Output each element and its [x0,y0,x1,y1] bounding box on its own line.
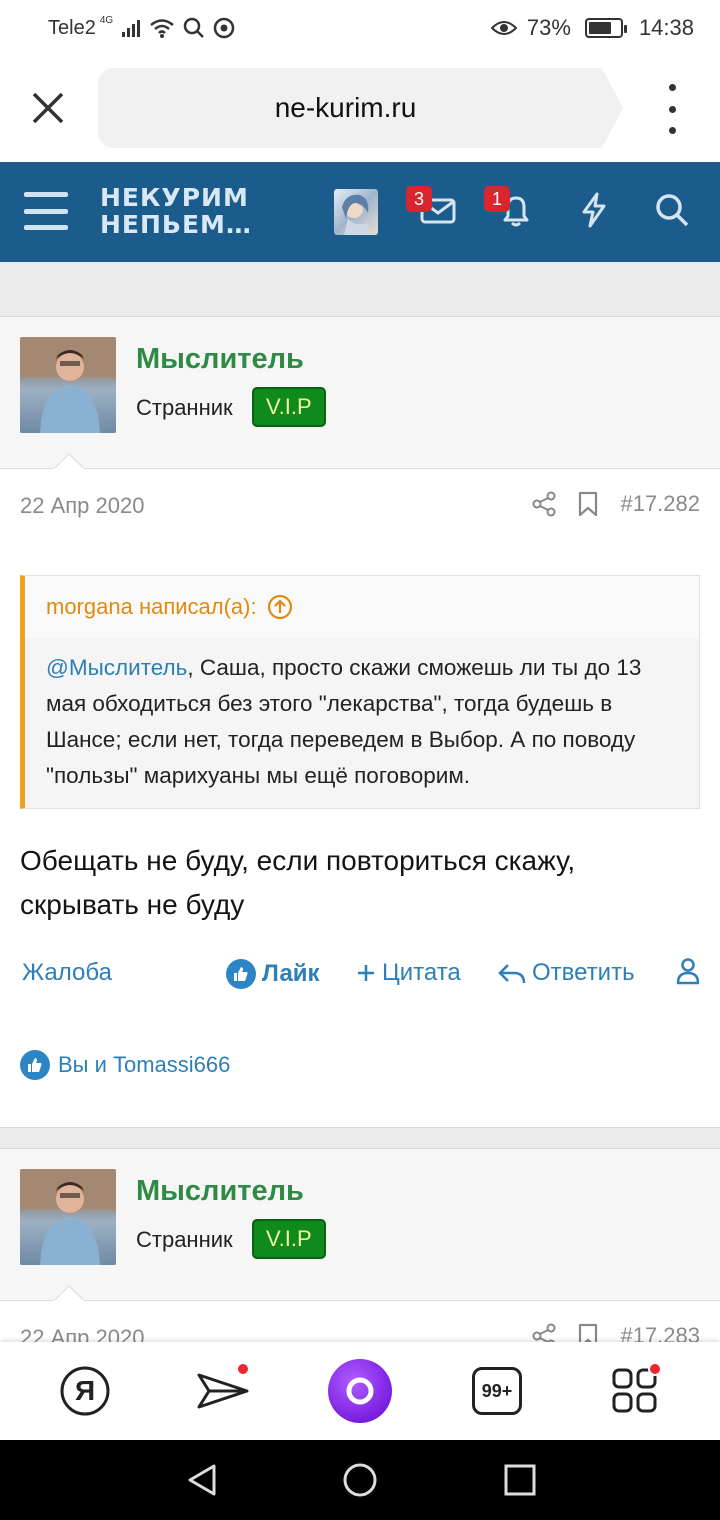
alice-icon [346,1377,374,1405]
carrier-label: Tele2 [48,16,96,39]
tabs-button[interactable]: 99+ [466,1360,528,1422]
status-left: Tele2 4G [48,14,235,40]
quote-button[interactable]: Цитата [356,959,461,987]
tabs-count: 99+ [481,1380,513,1401]
post-date[interactable]: 22 Апр 2020 [20,493,144,519]
author-pointer [54,1285,84,1301]
close-tab-icon[interactable] [26,86,70,130]
signal-icon [122,20,141,37]
forum-header: НЕКУРИМ НЕПЬЕМ… 3 1 [0,162,720,262]
status-right: 73% 14:38 [490,15,694,41]
battery-icon [584,18,627,38]
current-user-avatar[interactable] [334,189,378,235]
post-body: Обещать не буду, если повториться скажу,… [20,845,576,920]
thumbs-up-icon [226,959,256,989]
likes-text: Вы и Tomassi666 [58,1052,231,1077]
quote-label: Цитата [382,959,461,986]
yandex-bottom-bar: Я 99+ [0,1342,720,1440]
post-date[interactable]: 22 Апр 2020 [20,1325,144,1342]
home-icon[interactable] [340,1460,380,1500]
wifi-icon [150,19,174,38]
post-meta: 22 Апр 2020 #17.282 [0,469,720,543]
share-icon[interactable] [532,1323,556,1342]
author-title: Странник [136,395,233,420]
author-name[interactable]: Мыслитель [136,1175,304,1208]
author-title: Странник [136,1227,233,1252]
alerts-badge: 1 [484,186,510,212]
logo-line-1: НЕКУРИМ [100,183,249,212]
share-icon[interactable] [532,491,556,517]
chrome-icon [213,17,235,39]
likes-summary[interactable]: Вы и Tomassi666 [0,1023,720,1107]
like-button[interactable]: Лайк [226,959,320,989]
post: Мыслитель Странник V.I.P 22 Апр 2020 #17… [0,1148,720,1342]
recents-icon[interactable] [500,1460,540,1500]
quote-block: morgana написал(а): @Мыслитель, Саша, пр… [20,575,700,809]
author-avatar[interactable] [20,337,116,433]
tabs-counter-icon: 99+ [472,1367,522,1415]
post-actions: Жалоба Лайк Цитата Ответить [0,927,720,1023]
notification-dot [648,1362,662,1376]
alice-assistant-button[interactable] [328,1359,392,1423]
post-author-block: Мыслитель Странник V.I.P [0,317,720,469]
like-label: Лайк [262,960,320,987]
reply-label: Ответить [532,959,635,986]
vip-badge: V.I.P [252,1219,326,1259]
yandex-home-button[interactable]: Я [54,1360,116,1422]
quote-text: @Мыслитель, Саша, просто скажи сможешь л… [25,638,699,808]
site-logo[interactable]: НЕКУРИМ НЕПЬЕМ… [100,184,252,238]
network-label: 4G [99,14,114,26]
arrow-up-circle-icon[interactable] [267,594,293,620]
battery-percent: 73% [526,15,571,40]
search-status-icon [183,17,205,38]
post-number[interactable]: #17.283 [620,1323,700,1342]
reply-icon [498,964,526,984]
eye-icon [490,21,517,35]
post-meta-actions: #17.282 [532,491,700,517]
post-meta: 22 Апр 2020 #17.283 [0,1301,720,1342]
hamburger-menu-icon[interactable] [24,192,68,230]
author-pointer [54,453,84,469]
user-icon[interactable] [676,957,700,985]
browser-toolbar: ne-kurim.ru [0,56,720,162]
likes-thumbs-up-icon [20,1050,50,1080]
system-nav-bar [0,1440,720,1520]
notification-dot [236,1362,250,1376]
zen-feed-button[interactable] [192,1360,254,1422]
author-avatar[interactable] [20,1169,116,1265]
author-name[interactable]: Мыслитель [136,343,304,376]
status-bar: Tele2 4G 73% 14:38 [0,0,720,56]
thread-content: Мыслитель Странник V.I.P 22 Апр 2020 #17… [0,262,720,1342]
clock: 14:38 [638,15,694,40]
bookmark-icon[interactable] [578,491,598,517]
services-grid-button[interactable] [604,1360,666,1422]
post-author-block: Мыслитель Странник V.I.P [0,1149,720,1301]
browser-menu-icon[interactable] [662,84,682,134]
address-bar[interactable]: ne-kurim.ru [98,68,623,148]
lightning-icon[interactable] [574,190,614,230]
post-number[interactable]: #17.282 [620,491,700,517]
search-icon[interactable] [652,190,692,230]
url-text: ne-kurim.ru [274,92,417,123]
quote-author: morgana написал(а): [46,594,257,619]
back-icon[interactable] [182,1460,222,1500]
post: Мыслитель Странник V.I.P 22 Апр 2020 #17… [0,316,720,1128]
mention-link[interactable]: @Мыслитель [46,655,187,680]
quote-header[interactable]: morgana написал(а): [25,576,699,638]
post-meta-actions: #17.283 [532,1323,700,1342]
vip-badge: V.I.P [252,387,326,427]
plus-icon [358,965,374,981]
yandex-label: Я [74,1375,96,1406]
messages-badge: 3 [406,186,432,212]
report-button[interactable]: Жалоба [22,959,112,987]
bookmark-icon[interactable] [578,1323,598,1342]
reply-button[interactable]: Ответить [498,959,635,987]
logo-line-2: НЕПЬЕМ… [100,210,252,239]
